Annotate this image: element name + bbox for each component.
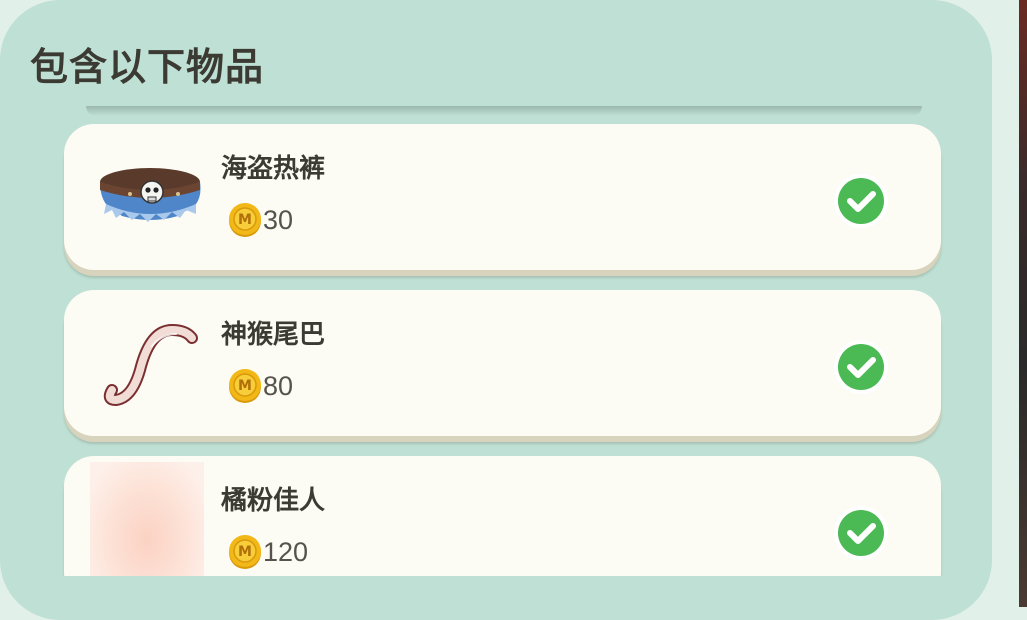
orange-pink-beauty-icon	[90, 462, 204, 576]
pirate-shorts-icon	[92, 134, 208, 250]
check-circle-icon	[834, 506, 888, 560]
price-value: 80	[263, 370, 294, 401]
svg-text:M: M	[238, 544, 252, 560]
list-item[interactable]: 神猴尾巴 M 80	[64, 290, 941, 436]
svg-text:M: M	[238, 212, 252, 228]
list-item[interactable]: 橘粉佳人 M 120	[64, 456, 941, 576]
item-price: M 80	[227, 366, 293, 406]
coin-icon: M	[227, 202, 263, 238]
coin-icon: M	[227, 368, 263, 404]
item-list[interactable]: 海盗热裤 M 30 神猴尾巴 M 80 橘粉佳人 M 120	[60, 118, 950, 576]
price-value: 30	[263, 204, 294, 235]
item-name: 橘粉佳人	[221, 486, 326, 516]
check-circle-icon	[834, 340, 888, 394]
monkey-tail-icon	[92, 300, 208, 416]
panel-title: 包含以下物品	[30, 45, 265, 89]
item-price: M 30	[227, 200, 293, 240]
check-circle-icon	[834, 174, 888, 228]
price-value: 120	[263, 536, 309, 567]
svg-text:M: M	[238, 378, 252, 394]
coin-icon: M	[227, 534, 263, 570]
background-edge	[1019, 0, 1027, 607]
item-name: 神猴尾巴	[221, 320, 326, 350]
item-price: M 120	[227, 532, 308, 572]
item-name: 海盗热裤	[221, 154, 326, 184]
list-top-shadow	[86, 106, 922, 116]
list-item[interactable]: 海盗热裤 M 30	[64, 124, 941, 270]
bundle-contents-panel: 包含以下物品 海盗热裤 M 30 神猴尾巴 M 80 橘粉佳人 M 120	[0, 0, 992, 620]
